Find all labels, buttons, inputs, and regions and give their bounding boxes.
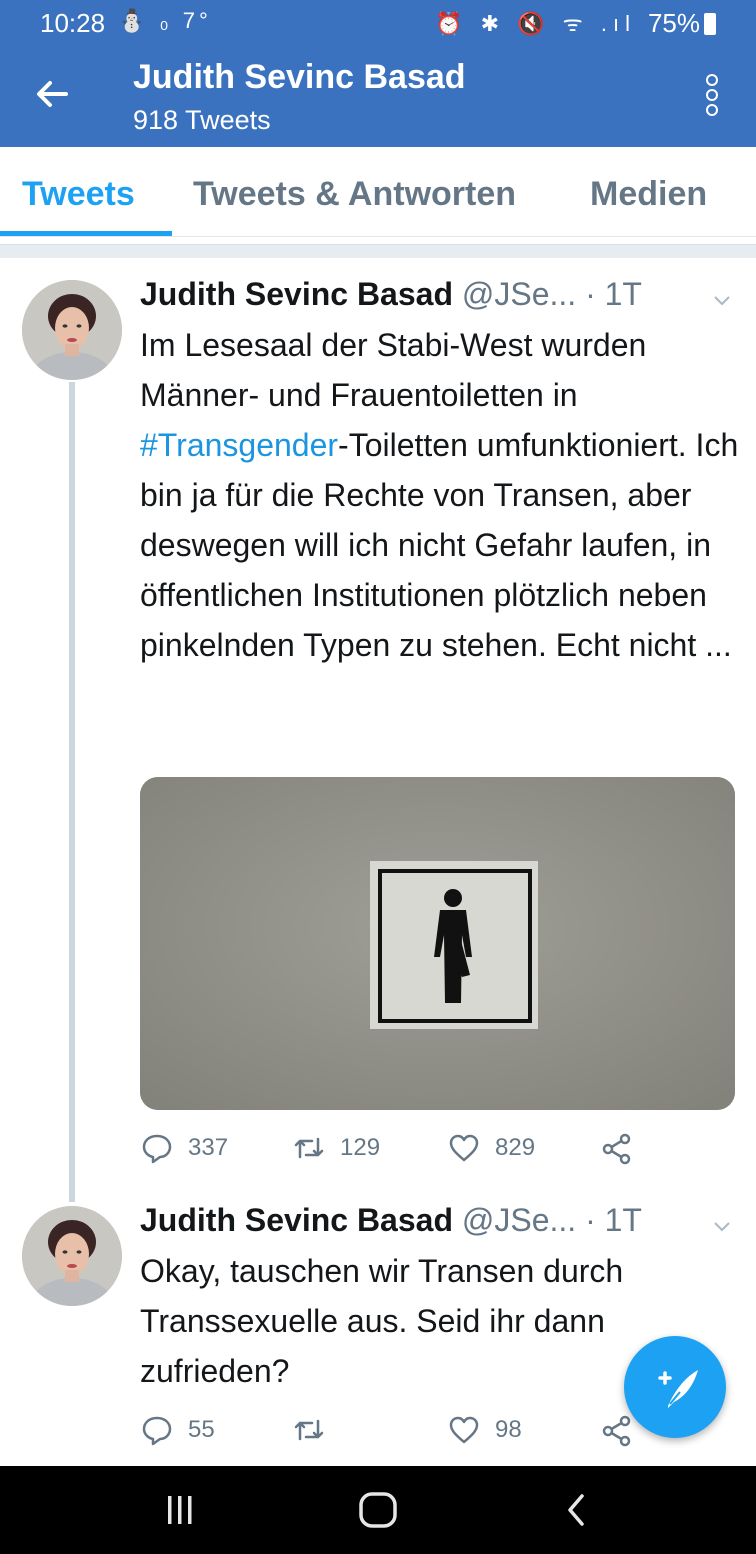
avatar[interactable] [22, 280, 122, 380]
tweet-count: 918 Tweets [133, 105, 271, 135]
recents-icon[interactable] [160, 1492, 200, 1528]
author-name[interactable]: Judith Sevinc Basad [140, 276, 453, 312]
status-bar: 10:28 ⛄ ₀ 7° ⏰ ✱ 🔇 ᯤ .ıl 75% [0, 0, 756, 46]
tweet-time: · 1T [585, 276, 642, 312]
reply-icon [142, 1416, 172, 1446]
system-navigation-bar [0, 1466, 756, 1554]
author-name[interactable]: Judith Sevinc Basad [140, 1202, 453, 1238]
thread-connector [69, 382, 75, 1202]
share-button[interactable] [600, 1128, 634, 1168]
tweet-text: Im Lesesaal der Stabi-West wurden Männer… [140, 320, 740, 670]
retweet-count: 129 [340, 1134, 381, 1161]
tweet-image[interactable] [140, 777, 735, 1110]
status-time: 10:28 [40, 8, 106, 38]
reply-count: 337 [188, 1134, 229, 1161]
restroom-sign-image [140, 777, 735, 1110]
app-bar: 10:28 ⛄ ₀ 7° ⏰ ✱ 🔇 ᯤ .ıl 75% Judith Sevi… [0, 0, 756, 147]
avatar-portrait [22, 1206, 122, 1306]
reply-button[interactable]: 337 [140, 1128, 228, 1168]
nav-back-icon[interactable] [558, 1490, 594, 1530]
status-right-indicators: ⏰ ✱ 🔇 ᯤ .ıl [435, 11, 636, 36]
retweet-icon [294, 1419, 324, 1441]
avatar-portrait [22, 280, 122, 380]
home-icon[interactable] [356, 1490, 400, 1530]
tweet-time: · 1T [585, 1202, 642, 1238]
author-handle[interactable]: @JSe... [462, 1202, 576, 1238]
profile-title: Judith Sevinc Basad [133, 58, 466, 96]
like-button[interactable]: 98 [447, 1410, 522, 1450]
tab-tweets[interactable]: Tweets [22, 175, 135, 214]
tweet-text-part: Im Lesesaal der Stabi-West wurden Männer… [140, 327, 647, 413]
reply-count: 55 [188, 1416, 215, 1443]
retweet-button[interactable] [292, 1410, 340, 1450]
chevron-down-icon[interactable] [710, 1214, 734, 1238]
battery-percent: 75% [647, 8, 700, 38]
share-icon [602, 1133, 631, 1165]
profile-tabs: Tweets Tweets & Antworten Medien [0, 147, 756, 237]
tab-tweets-and-replies[interactable]: Tweets & Antworten [193, 175, 516, 214]
like-count: 98 [495, 1416, 522, 1443]
hashtag-link[interactable]: #Transgender [140, 427, 338, 463]
chevron-down-icon[interactable] [710, 288, 734, 312]
compose-tweet-button[interactable] [624, 1336, 726, 1438]
retweet-icon [294, 1137, 324, 1159]
reply-icon [142, 1134, 172, 1164]
like-icon [449, 1134, 479, 1162]
like-button[interactable]: 829 [447, 1128, 535, 1168]
author-handle[interactable]: @JSe... [462, 276, 576, 312]
tab-media[interactable]: Medien [590, 175, 707, 214]
like-count: 829 [495, 1134, 536, 1161]
section-divider [0, 244, 756, 258]
tweet-header: Judith Sevinc Basad @JSe... · 1T [140, 276, 642, 313]
like-icon [449, 1416, 479, 1444]
tweet-header: Judith Sevinc Basad @JSe... · 1T [140, 1202, 642, 1239]
more-options-icon[interactable] [706, 74, 720, 116]
back-arrow-icon[interactable] [30, 72, 74, 116]
tweet-text: Okay, tauschen wir Transen durch Transse… [140, 1253, 624, 1389]
status-left-indicators: ⛄ ₀ 7° [118, 8, 212, 33]
avatar[interactable] [22, 1206, 122, 1306]
active-tab-indicator [0, 231, 172, 236]
battery-indicator: 75% [648, 8, 716, 39]
compose-tweet-icon [658, 1370, 698, 1408]
battery-icon [704, 13, 716, 35]
retweet-button[interactable]: 129 [292, 1128, 380, 1168]
reply-button[interactable]: 55 [140, 1410, 215, 1450]
